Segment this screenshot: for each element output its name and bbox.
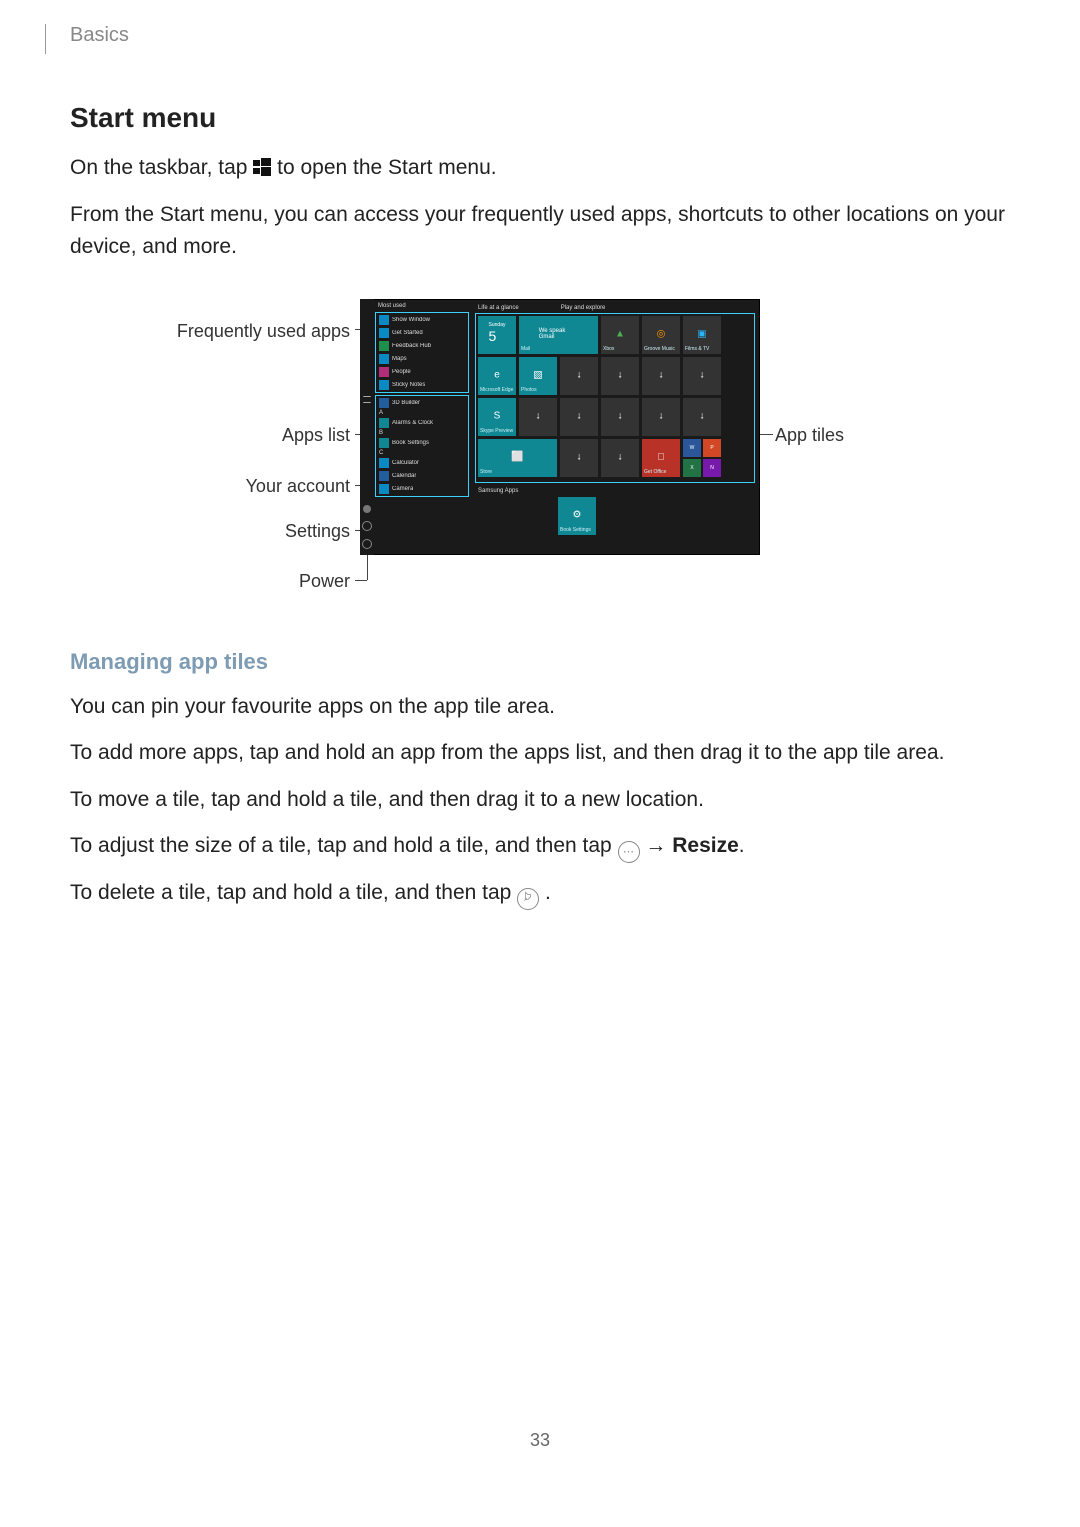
text: .: [545, 881, 551, 904]
unpin-icon: [517, 888, 539, 910]
text: to open the Start menu.: [277, 156, 496, 179]
managing-paragraph-3: To move a tile, tap and hold a tile, and…: [70, 784, 1010, 817]
tile-edge: eMicrosoft Edge: [478, 357, 516, 395]
tile-mail: We speak GmailMail: [519, 316, 598, 354]
callout-frequently-used: Frequently used apps: [150, 321, 350, 342]
callout-apps-list: Apps list: [200, 425, 350, 446]
callout-your-account: Your account: [160, 476, 350, 497]
start-menu-figure: Frequently used apps Apps list Your acco…: [210, 299, 870, 599]
tile-dl: ↓: [683, 398, 721, 436]
tile-office: □Get Office: [642, 439, 680, 477]
resize-label: Resize: [672, 834, 739, 857]
text: To adjust the size of a tile, tap and ho…: [70, 834, 618, 857]
app-tiles-group: Sunday5 We speak GmailMail ▲Xbox ◎Groove…: [476, 314, 754, 482]
subsection-title: Managing app tiles: [70, 649, 1010, 675]
list-item: Calendar: [392, 473, 416, 479]
text: To delete a tile, tap and hold a tile, a…: [70, 881, 517, 904]
text: On the taskbar, tap: [70, 156, 253, 179]
list-item: People: [392, 369, 411, 375]
apps-list-group: 3D Builder A Alarms & Clock B Book Setti…: [376, 396, 468, 496]
tile-dl: ↓: [601, 439, 639, 477]
windows-start-icon: [253, 154, 271, 172]
tile-films: ▣Films & TV: [683, 316, 721, 354]
most-used-header: Most used: [374, 299, 470, 311]
list-item: Camera: [392, 486, 413, 492]
tile-book-settings: ⚙Book Settings: [558, 497, 596, 535]
tile-office-apps: W P X N: [683, 439, 721, 477]
list-item: Feedback Hub: [392, 343, 431, 349]
tile-store: ⬜Store: [478, 439, 557, 477]
list-item: Show Window: [392, 317, 430, 323]
start-menu-screenshot: Most used Show Window Get Started Feedba…: [360, 299, 760, 555]
settings-icon: [362, 521, 372, 531]
tile-dl: ↓: [642, 357, 680, 395]
more-options-icon: ⋯: [618, 841, 640, 863]
intro-paragraph-2: From the Start menu, you can access your…: [70, 199, 1010, 264]
hamburger-icon: [363, 396, 371, 403]
alpha-header: A: [377, 410, 467, 416]
alpha-header: B: [377, 430, 467, 436]
breadcrumb: Basics: [70, 24, 1010, 47]
tile-groove: ◎Groove Music: [642, 316, 680, 354]
callout-settings: Settings: [200, 521, 350, 542]
list-item: Sticky Notes: [392, 382, 425, 388]
list-item: Alarms & Clock: [392, 420, 433, 426]
tile-section-label: Play and explore: [561, 305, 606, 311]
tile-skype: SSkype Preview: [478, 398, 516, 436]
callout-app-tiles: App tiles: [775, 425, 844, 446]
list-item: Calculator: [392, 460, 419, 466]
tile-dl: ↓: [560, 357, 598, 395]
text: →: [645, 834, 672, 857]
list-item: Maps: [392, 356, 407, 362]
alpha-header: C: [377, 450, 467, 456]
tile-dl: ↓: [560, 398, 598, 436]
managing-paragraph-4: To adjust the size of a tile, tap and ho…: [70, 830, 1010, 863]
most-used-group: Show Window Get Started Feedback Hub Map…: [376, 313, 468, 392]
managing-paragraph-2: To add more apps, tap and hold an app fr…: [70, 737, 1010, 770]
tile-dl: ↓: [642, 398, 680, 436]
list-item: 3D Builder: [392, 400, 420, 406]
managing-paragraph-5: To delete a tile, tap and hold a tile, a…: [70, 877, 1010, 910]
power-icon: [362, 539, 372, 549]
tile-calendar: Sunday5: [478, 316, 516, 354]
account-icon: [363, 505, 371, 513]
list-item: Get Started: [392, 330, 423, 336]
callout-label: Frequently used apps: [177, 321, 350, 342]
tile-dl: ↓: [601, 398, 639, 436]
tile-dl: ↓: [519, 398, 557, 436]
section-title: Start menu: [70, 102, 1010, 134]
list-item: Book Settings: [392, 440, 429, 446]
tile-section-label: Life at a glance: [478, 305, 519, 311]
page-number: 33: [70, 1430, 1010, 1451]
intro-paragraph-1: On the taskbar, tap to open the Start me…: [70, 152, 1010, 185]
tile-dl: ↓: [683, 357, 721, 395]
tile-section-label: Samsung Apps: [478, 488, 518, 494]
tile-dl: ↓: [601, 357, 639, 395]
callout-power: Power: [200, 571, 350, 592]
text: .: [739, 834, 745, 857]
managing-paragraph-1: You can pin your favourite apps on the a…: [70, 691, 1010, 724]
tile-dl: ↓: [560, 439, 598, 477]
tile-photos: ▧Photos: [519, 357, 557, 395]
tile-xbox: ▲Xbox: [601, 316, 639, 354]
